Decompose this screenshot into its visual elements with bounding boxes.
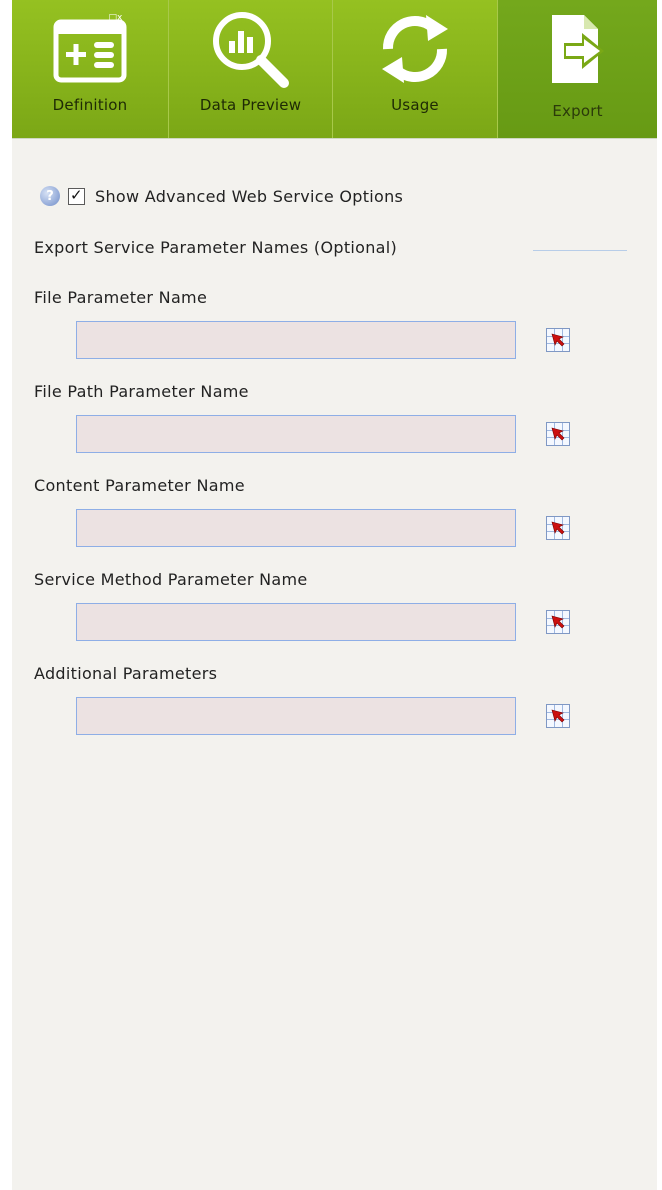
field-picker-icon [546, 328, 570, 352]
field-picker-icon [546, 704, 570, 728]
data-preview-magnifier-icon [206, 6, 296, 92]
advanced-options-checkbox[interactable]: ✓ [68, 185, 85, 205]
content-parameter-name-input[interactable] [76, 509, 516, 547]
content-parameter-name-label: Content Parameter Name [34, 476, 245, 495]
service-method-parameter-name-label: Service Method Parameter Name [34, 570, 308, 589]
top-toolbar: _□x Definition Data Preview Usage Export [12, 0, 657, 140]
advanced-options-label: Show Advanced Web Service Options [95, 186, 404, 206]
tab-export[interactable]: Export [498, 0, 657, 138]
tab-usage-label: Usage [391, 96, 439, 114]
tab-export-label: Export [552, 102, 603, 120]
tab-usage[interactable]: Usage [333, 0, 498, 138]
file-parameter-name-input[interactable] [76, 321, 516, 359]
right-edge [658, 0, 662, 1190]
file-path-parameter-name-input[interactable] [76, 415, 516, 453]
export-document-arrow-icon [538, 6, 618, 92]
checkmark-icon: ✓ [70, 185, 83, 204]
svg-text:_□x: _□x [103, 14, 123, 23]
service-method-parameter-name-picker-button[interactable] [536, 603, 580, 641]
file-path-parameter-name-picker-button[interactable] [536, 415, 580, 453]
file-path-parameter-name-label: File Path Parameter Name [34, 382, 249, 401]
section-divider [533, 250, 627, 251]
tab-data-preview-label: Data Preview [199, 96, 302, 114]
file-parameter-name-label: File Parameter Name [34, 288, 208, 307]
tab-definition-label: Definition [52, 96, 128, 114]
additional-parameters-picker-button[interactable] [536, 697, 580, 735]
file-parameter-name-picker-button[interactable] [536, 321, 580, 359]
help-icon[interactable]: ? [40, 186, 60, 206]
service-method-parameter-name-input[interactable] [76, 603, 516, 641]
usage-refresh-icon [370, 6, 460, 92]
field-picker-icon [546, 422, 570, 446]
left-edge [0, 0, 12, 1190]
additional-parameters-label: Additional Parameters [34, 664, 218, 683]
content-parameter-name-picker-button[interactable] [536, 509, 580, 547]
tab-definition[interactable]: _□x Definition [12, 0, 169, 138]
advanced-options-row: ? ✓ Show Advanced Web Service Options [40, 186, 403, 206]
definition-window-icon: _□x [52, 6, 128, 92]
section-title: Export Service Parameter Names (Optional… [34, 238, 398, 257]
field-picker-icon [546, 516, 570, 540]
tab-data-preview[interactable]: Data Preview [169, 0, 333, 138]
field-picker-icon [546, 610, 570, 634]
additional-parameters-input[interactable] [76, 697, 516, 735]
export-panel: ? ✓ Show Advanced Web Service Options Ex… [12, 146, 657, 1190]
